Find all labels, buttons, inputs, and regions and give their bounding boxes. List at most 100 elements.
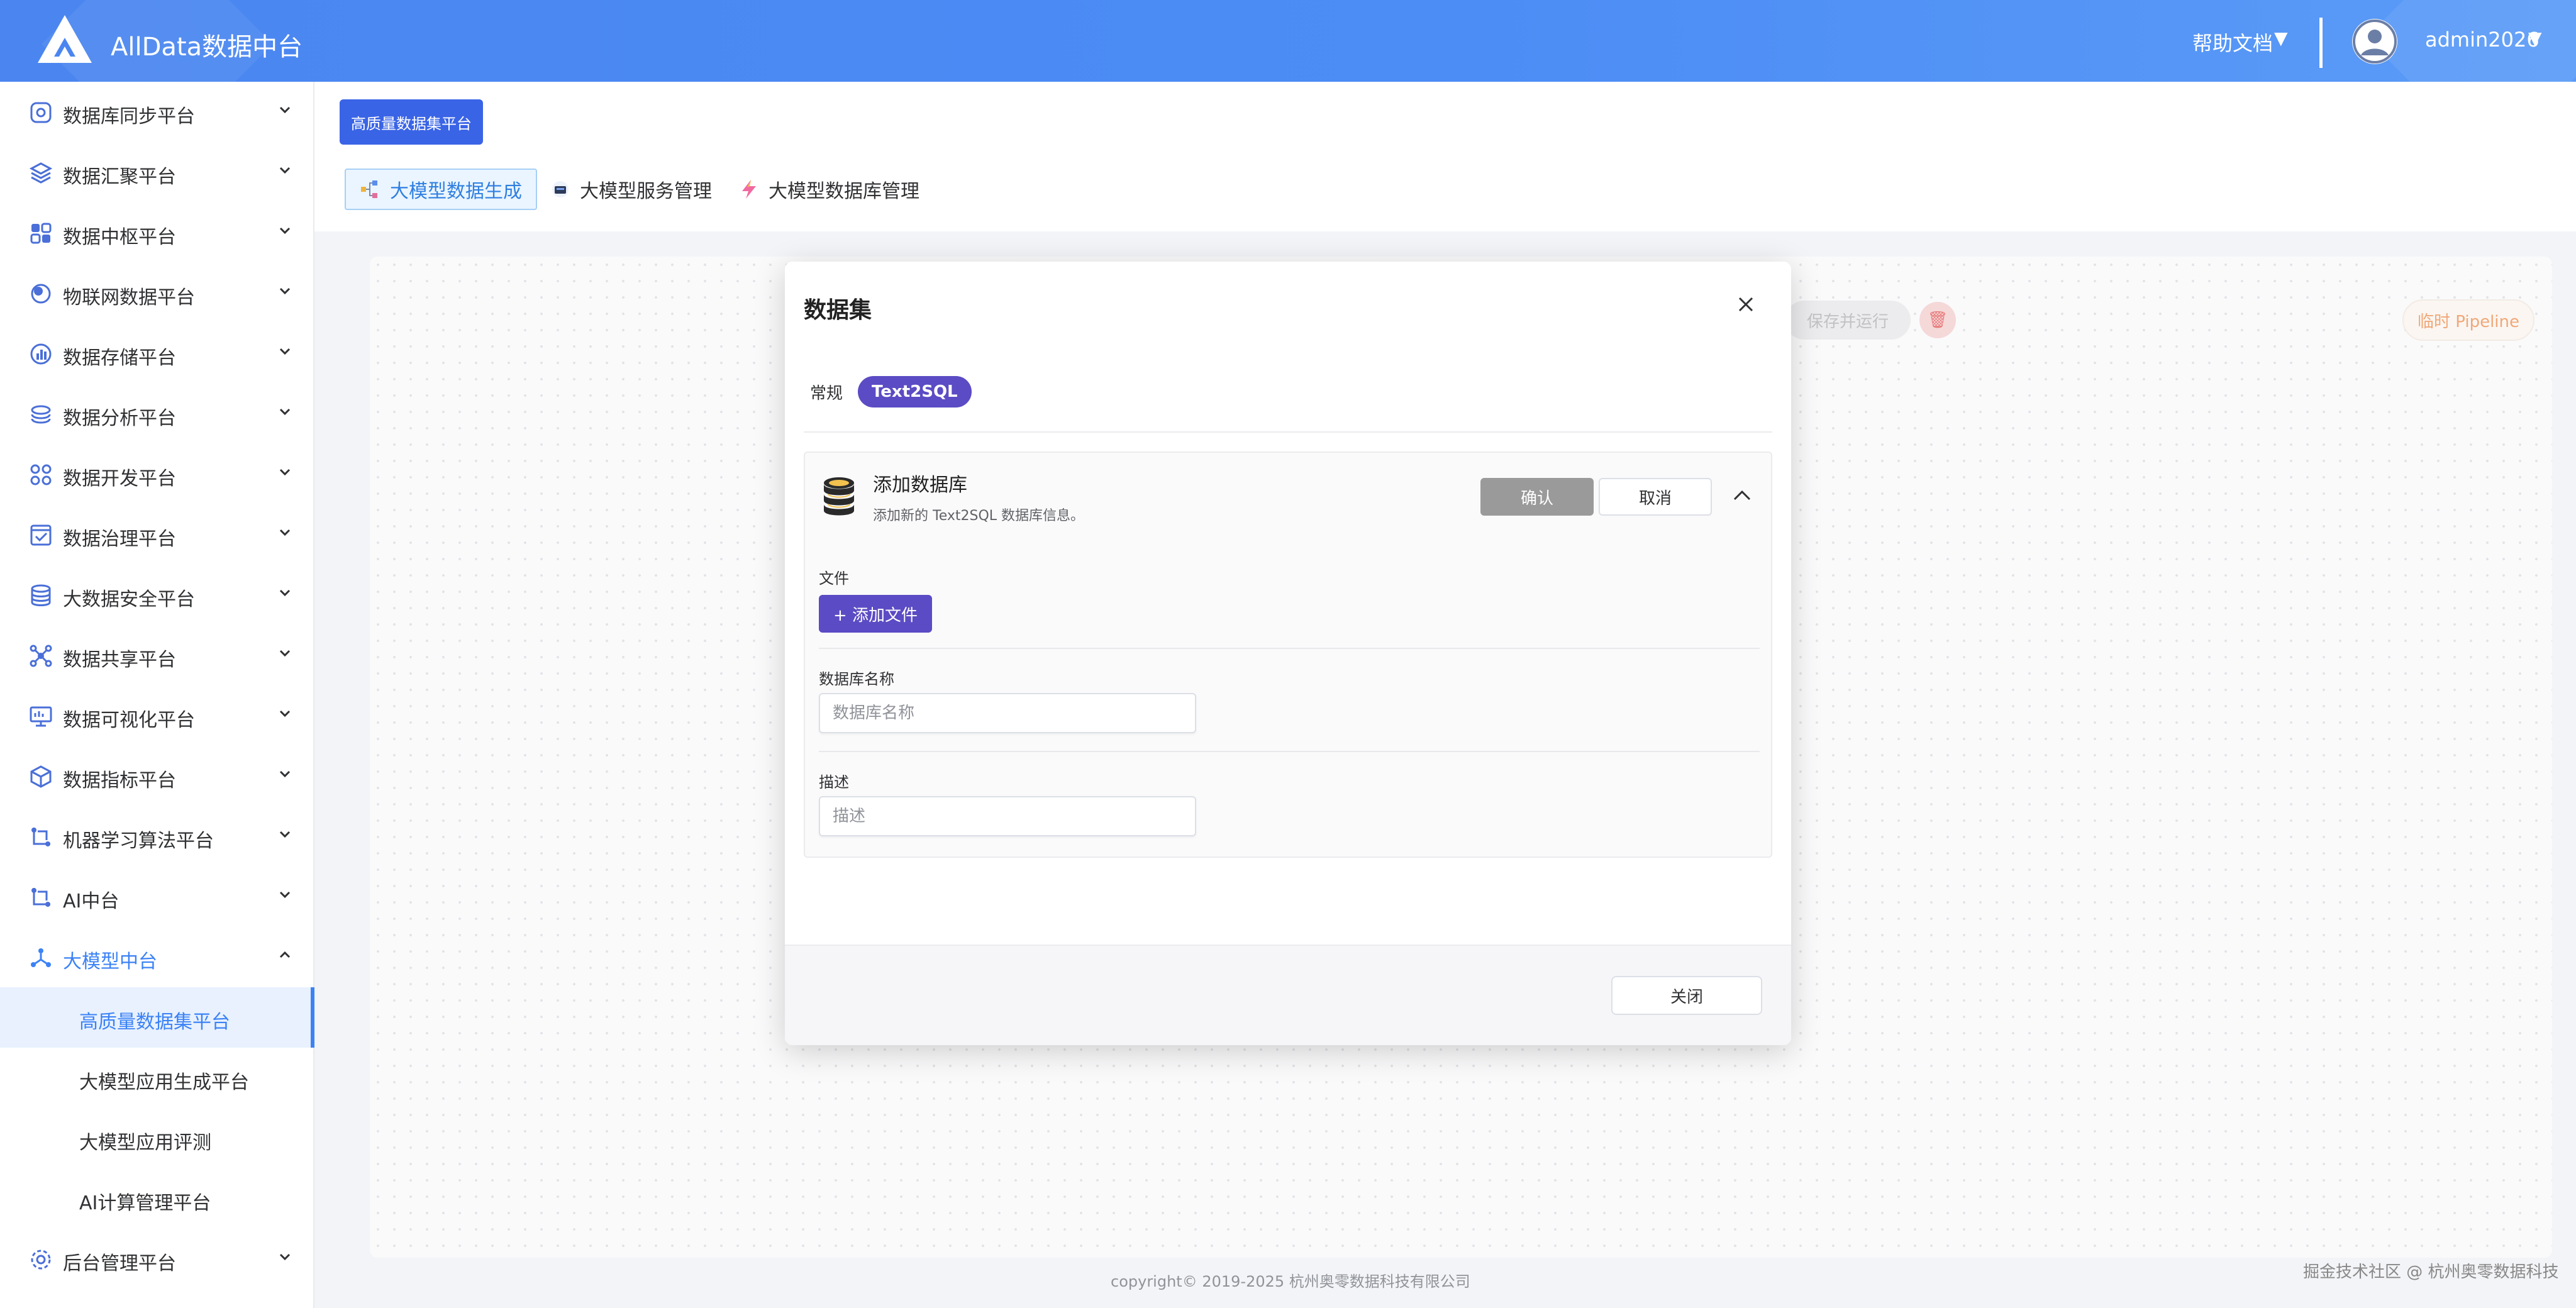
top-header: AllData数据中台 帮助文档 ▼ admin2026 ▼ xyxy=(0,0,2576,82)
modal-title: 数据集 xyxy=(804,297,872,323)
chevron-down-icon xyxy=(279,710,291,718)
trash-icon[interactable]: 🗑 xyxy=(1919,302,1956,338)
chevron-down-icon[interactable]: ▼ xyxy=(2528,28,2542,48)
file-label: 文件 xyxy=(819,570,849,587)
lightning-icon xyxy=(742,180,756,199)
sidebar-subitem-dataset[interactable]: 高质量数据集平台 xyxy=(0,987,314,1048)
cancel-button[interactable]: 取消 xyxy=(1599,478,1712,516)
close-icon[interactable] xyxy=(1735,293,1757,316)
sidebar-item-db-sync[interactable]: 数据库同步平台 xyxy=(0,82,314,142)
app-title: AllData数据中台 xyxy=(111,33,303,62)
checklist-icon xyxy=(30,524,52,546)
username[interactable]: admin2026 xyxy=(2425,28,2540,52)
command-icon xyxy=(30,464,52,485)
card-title: 添加数据库 xyxy=(873,474,967,496)
ml-icon xyxy=(31,828,50,846)
tab-text2sql[interactable]: Text2SQL xyxy=(858,376,972,407)
chevron-down-icon xyxy=(279,408,291,416)
chevron-down-icon xyxy=(279,589,291,597)
sidebar-item-label: 数据中枢平台 xyxy=(63,226,176,248)
chevron-down-icon xyxy=(279,650,291,657)
sidebar-item-analysis[interactable]: 数据分析平台 xyxy=(0,384,314,444)
tab-llm-database[interactable]: 大模型数据库管理 xyxy=(738,169,919,210)
save-run-button[interactable]: 保存并运行 xyxy=(1785,301,1911,340)
sidebar-item-storage[interactable]: 数据存储平台 xyxy=(0,323,314,384)
sidebar-subitem-label: 大模型应用评测 xyxy=(79,1132,211,1154)
cube-icon xyxy=(30,765,52,788)
tab-llm-data-gen[interactable]: 大模型数据生成 xyxy=(345,169,537,210)
sidebar-subitem-label: 大模型应用生成平台 xyxy=(79,1072,249,1094)
chevron-up-icon xyxy=(279,951,291,958)
sidebar-subitem-label: 高质量数据集平台 xyxy=(79,1011,230,1033)
db-name-input[interactable] xyxy=(819,693,1196,733)
sidebar: 数据库同步平台 数据汇聚平台 数据中枢平台 物联网数据平台 数据存储平台 数据分… xyxy=(0,82,314,1308)
sidebar-item-ai[interactable]: AI中台 xyxy=(0,867,314,927)
sidebar-item-share[interactable]: 数据共享平台 xyxy=(0,625,314,685)
sidebar-item-label: AI中台 xyxy=(63,890,119,912)
flow-icon xyxy=(361,180,377,198)
sidebar-subitem-compute[interactable]: AI计算管理平台 xyxy=(0,1168,314,1229)
confirm-button[interactable]: 确认 xyxy=(1480,478,1594,516)
sidebar-item-label: 大数据安全平台 xyxy=(63,589,195,611)
divider xyxy=(819,751,1760,752)
chevron-down-icon xyxy=(279,167,291,174)
logo-icon[interactable] xyxy=(36,14,93,64)
model-icon xyxy=(31,948,51,967)
sidebar-subitem-app-gen[interactable]: 大模型应用生成平台 xyxy=(0,1048,314,1108)
sidebar-item-governance[interactable]: 数据治理平台 xyxy=(0,504,314,565)
settings-icon xyxy=(31,1250,51,1270)
sidebar-item-label: 数据可视化平台 xyxy=(63,709,195,731)
mode-tabs: 常规 Text2SQL xyxy=(810,376,972,407)
add-file-button[interactable]: + 添加文件 xyxy=(819,595,932,633)
user-icon xyxy=(2353,19,2397,64)
chevron-down-icon[interactable]: ▼ xyxy=(2274,28,2288,48)
sidebar-item-metrics[interactable]: 数据指标平台 xyxy=(0,746,314,806)
database-icon xyxy=(824,477,854,516)
sidebar-item-iot[interactable]: 物联网数据平台 xyxy=(0,263,314,323)
chevron-down-icon xyxy=(279,348,291,355)
description-label: 描述 xyxy=(819,773,849,791)
tab-normal[interactable]: 常规 xyxy=(810,380,843,404)
watermark: 掘金技术社区 @ 杭州奥零数据科技 xyxy=(2303,1263,2559,1282)
divider xyxy=(819,648,1760,649)
temp-pipeline-button[interactable]: 临时 Pipeline xyxy=(2402,299,2534,341)
add-database-card: 添加数据库 添加新的 Text2SQL 数据库信息。 确认 取消 文件 + 添加… xyxy=(804,452,1772,858)
iot-icon xyxy=(31,284,51,304)
breadcrumb[interactable]: 高质量数据集平台 xyxy=(340,99,483,145)
chevron-down-icon xyxy=(279,227,291,235)
monitor-icon xyxy=(30,706,52,727)
sidebar-item-label: 数据共享平台 xyxy=(63,649,176,671)
description-input[interactable] xyxy=(819,796,1196,836)
sidebar-item-visualization[interactable]: 数据可视化平台 xyxy=(0,685,314,746)
sidebar-item-label: 数据治理平台 xyxy=(63,528,176,550)
header-divider xyxy=(2319,18,2323,68)
chevron-down-icon xyxy=(279,468,291,476)
avatar[interactable] xyxy=(2352,19,2397,64)
sidebar-item-label: 数据指标平台 xyxy=(63,770,176,792)
database-icon xyxy=(31,584,51,606)
sidebar-item-llm[interactable]: 大模型中台 xyxy=(0,927,314,987)
share-icon xyxy=(30,645,52,667)
help-docs-link[interactable]: 帮助文档 xyxy=(2192,28,2273,57)
sidebar-item-label: 数据汇聚平台 xyxy=(63,166,176,188)
chevron-up-icon[interactable] xyxy=(1729,483,1755,508)
grid-icon xyxy=(30,223,52,244)
sidebar-item-ml[interactable]: 机器学习算法平台 xyxy=(0,806,314,867)
chevron-down-icon xyxy=(279,106,291,114)
layers-icon xyxy=(29,162,53,184)
sidebar-item-data-collect[interactable]: 数据汇聚平台 xyxy=(0,142,314,202)
sidebar-item-develop[interactable]: 数据开发平台 xyxy=(0,444,314,504)
sidebar-item-admin[interactable]: 后台管理平台 xyxy=(0,1229,314,1289)
sidebar-item-security[interactable]: 大数据安全平台 xyxy=(0,565,314,625)
close-button[interactable]: 关闭 xyxy=(1611,976,1762,1015)
chevron-down-icon xyxy=(279,529,291,536)
sidebar-item-data-hub[interactable]: 数据中枢平台 xyxy=(0,202,314,263)
tab-label: 大模型数据生成 xyxy=(390,180,522,202)
tab-llm-service[interactable]: 大模型服务管理 xyxy=(550,169,712,210)
sidebar-item-label: 大模型中台 xyxy=(63,951,157,973)
sidebar-item-label: 数据开发平台 xyxy=(63,468,176,490)
sidebar-subitem-eval[interactable]: 大模型应用评测 xyxy=(0,1108,314,1168)
ai-icon xyxy=(31,888,50,907)
sidebar-item-label: 后台管理平台 xyxy=(63,1253,176,1275)
chevron-down-icon xyxy=(279,831,291,838)
